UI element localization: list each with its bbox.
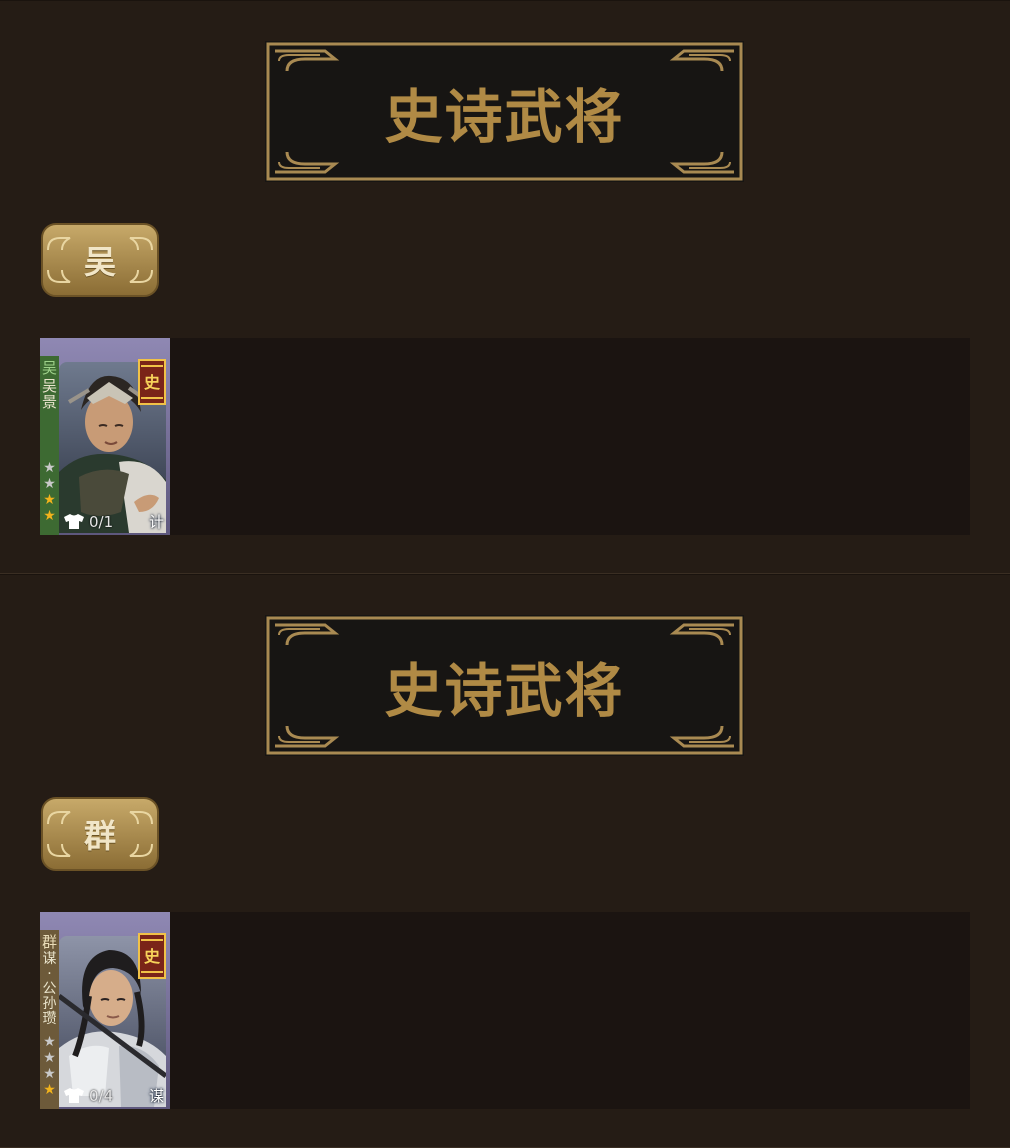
shirt-icon xyxy=(64,1088,84,1103)
card-star-rating: ★ ★ ★ ★ xyxy=(41,460,58,524)
card-general-name: 吴景 xyxy=(41,377,57,411)
svg-text:史: 史 xyxy=(144,947,161,966)
svg-text:史: 史 xyxy=(144,373,161,392)
skin-count: 0/1 xyxy=(89,513,114,531)
section-title-banner: 史诗武将 xyxy=(265,615,744,756)
star-icon: ★ xyxy=(43,1066,56,1082)
faction-tab-qun[interactable]: 群 xyxy=(40,796,160,872)
card-faction: 吴 xyxy=(41,359,57,377)
star-icon: ★ xyxy=(43,1082,56,1098)
section-title: 史诗武将 xyxy=(384,656,625,725)
general-role: 谋 xyxy=(148,1087,164,1105)
shirt-icon xyxy=(64,514,84,529)
card-star-rating: ★ ★ ★ ★ xyxy=(41,1034,58,1098)
general-list: 吴 吴景 史 ★ ★ ★ ★ 0/1 计 xyxy=(40,338,970,535)
faction-label: 群 xyxy=(83,817,116,855)
general-card-wu-jing[interactable]: 吴 吴景 史 ★ ★ ★ ★ 0/1 计 xyxy=(40,338,170,535)
faction-label: 吴 xyxy=(83,243,116,281)
star-icon: ★ xyxy=(43,460,56,476)
card-faction: 群 xyxy=(41,933,57,951)
section-title-banner: 史诗武将 xyxy=(265,41,744,182)
epic-section-qun: 史诗武将 群 群 谋·公孙瓒 史 ★ ★ ★ ★ 0/4 谋 xyxy=(0,574,1010,1148)
epic-rank-icon: 史 xyxy=(138,933,166,979)
faction-tab-wu[interactable]: 吴 xyxy=(40,222,160,298)
epic-section-wu: 史诗武将 吴 吴 吴景 史 ★ ★ ★ ★ 0/1 计 xyxy=(0,0,1010,574)
star-icon: ★ xyxy=(43,1034,56,1050)
general-list: 群 谋·公孙瓒 史 ★ ★ ★ ★ 0/4 谋 xyxy=(40,912,970,1109)
section-title: 史诗武将 xyxy=(384,82,625,151)
star-icon: ★ xyxy=(43,492,56,508)
star-icon: ★ xyxy=(43,476,56,492)
star-icon: ★ xyxy=(43,1050,56,1066)
skin-count: 0/4 xyxy=(89,1087,114,1105)
general-role: 计 xyxy=(148,513,164,531)
card-general-name: 谋·公孙瓒 xyxy=(42,951,57,1027)
epic-rank-icon: 史 xyxy=(138,359,166,405)
star-icon: ★ xyxy=(43,508,56,524)
general-card-gongsun-zan[interactable]: 群 谋·公孙瓒 史 ★ ★ ★ ★ 0/4 谋 xyxy=(40,912,170,1109)
